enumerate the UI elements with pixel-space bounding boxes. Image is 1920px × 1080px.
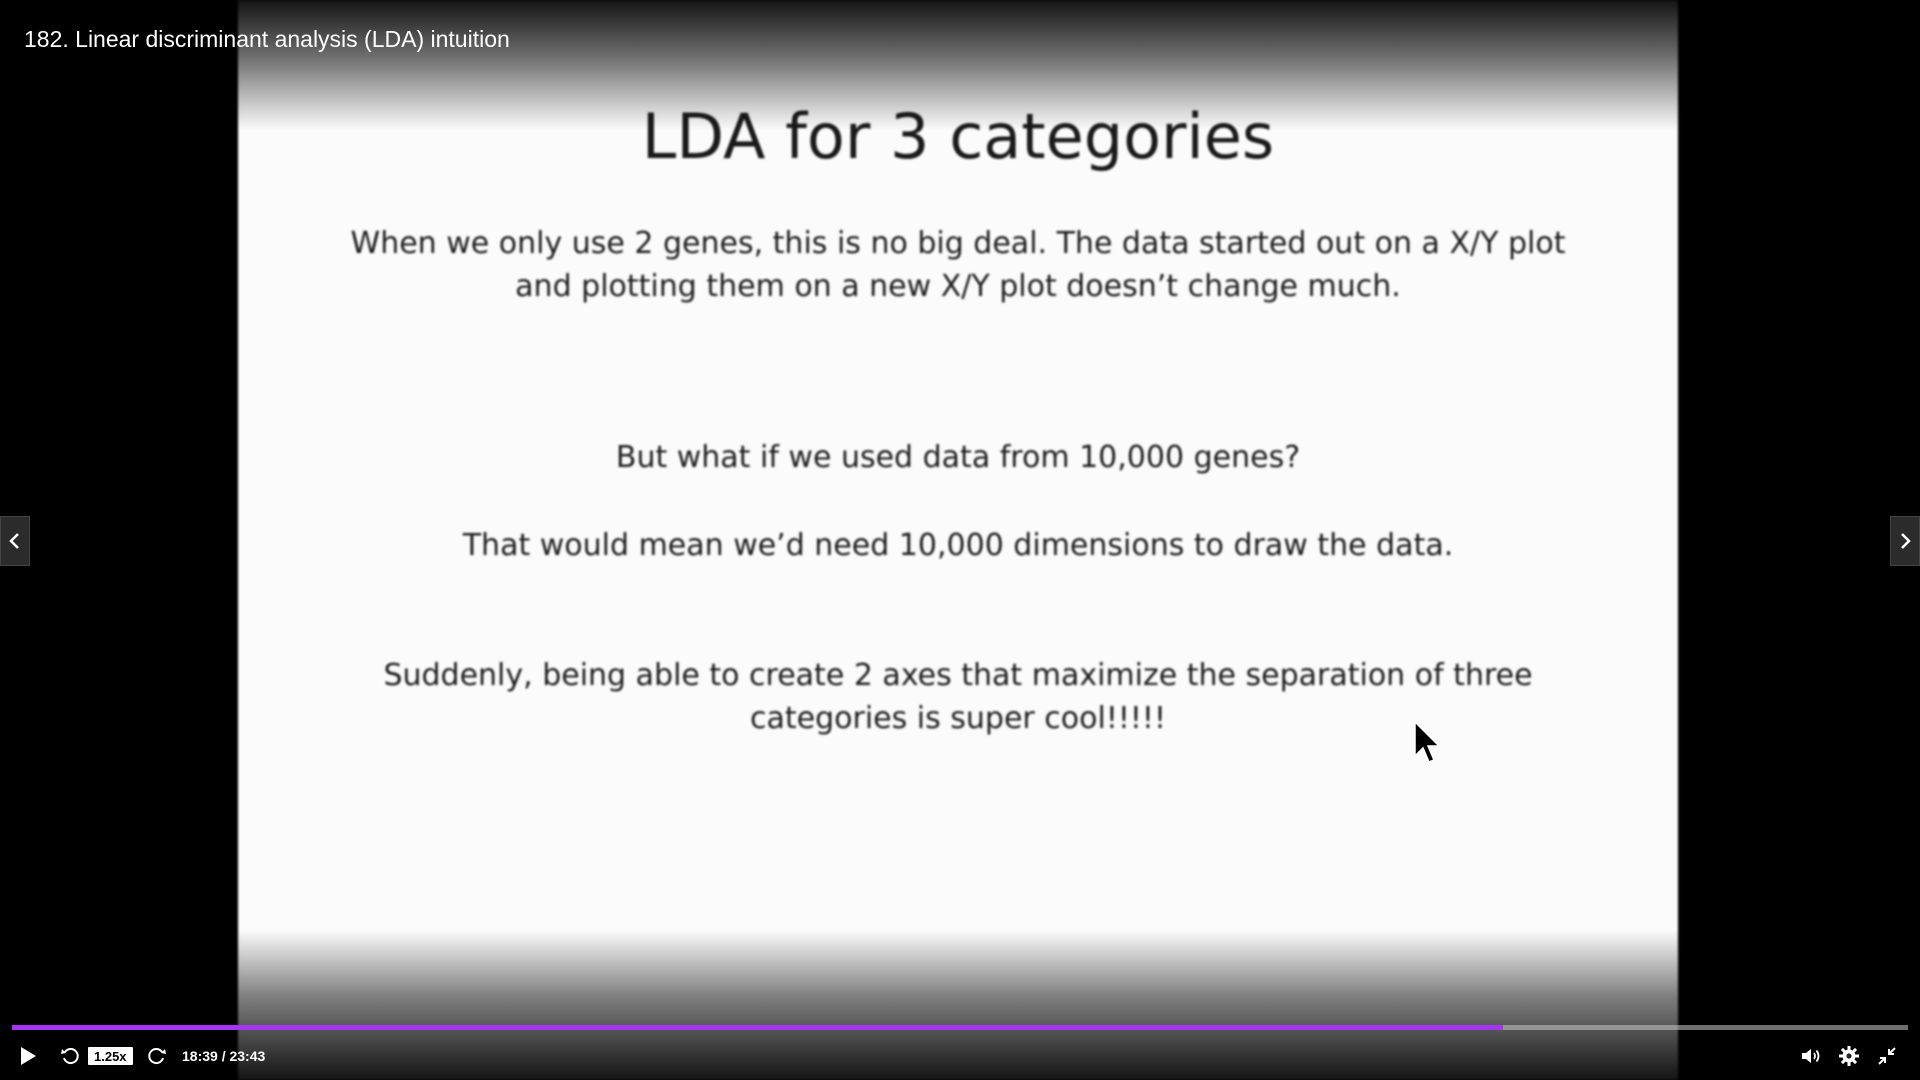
next-lecture-button[interactable] (1890, 516, 1920, 566)
mouse-cursor-icon (1414, 720, 1441, 763)
previous-lecture-button[interactable] (0, 516, 30, 566)
slide-paragraph-two-genes: When we only use 2 genes, this is no big… (350, 226, 1566, 304)
progress-bar[interactable] (12, 1025, 1908, 1030)
playback-speed-button[interactable]: 1.25x (88, 1047, 133, 1065)
forward-icon (148, 1048, 166, 1065)
play-icon (21, 1047, 36, 1065)
slide-paragraph-conclusion: Suddenly, being able to create 2 axes th… (383, 658, 1533, 736)
video-player[interactable]: LDA for 3 categories When we only use 2 … (0, 0, 1920, 1080)
volume-button[interactable] (1794, 1038, 1828, 1074)
exit-fullscreen-icon (1878, 1047, 1896, 1065)
forward-button[interactable] (140, 1038, 174, 1074)
time-display: 18:39 / 23:43 (182, 1048, 266, 1064)
top-overlay (0, 0, 1920, 130)
video-title: 182. Linear discriminant analysis (LDA) … (24, 26, 510, 52)
slide-paragraph-10000-genes: But what if we used data from 10,000 gen… (615, 440, 1301, 475)
rewind-icon (61, 1048, 79, 1065)
chevron-left-icon (9, 533, 19, 549)
gear-icon (1839, 1046, 1859, 1066)
lecture-slide: LDA for 3 categories When we only use 2 … (238, 0, 1678, 1080)
play-button[interactable] (8, 1038, 48, 1074)
rewind-button[interactable] (52, 1038, 88, 1074)
exit-fullscreen-button[interactable] (1870, 1038, 1904, 1074)
progress-fill (12, 1025, 1503, 1030)
control-bar: 1.25x 18:39 / 23:43 (0, 1038, 1920, 1080)
settings-button[interactable] (1832, 1038, 1866, 1074)
slide-paragraph-dimensions: That would mean we’d need 10,000 dimensi… (462, 528, 1454, 563)
chevron-right-icon (1901, 533, 1911, 549)
volume-icon (1802, 1049, 1820, 1063)
